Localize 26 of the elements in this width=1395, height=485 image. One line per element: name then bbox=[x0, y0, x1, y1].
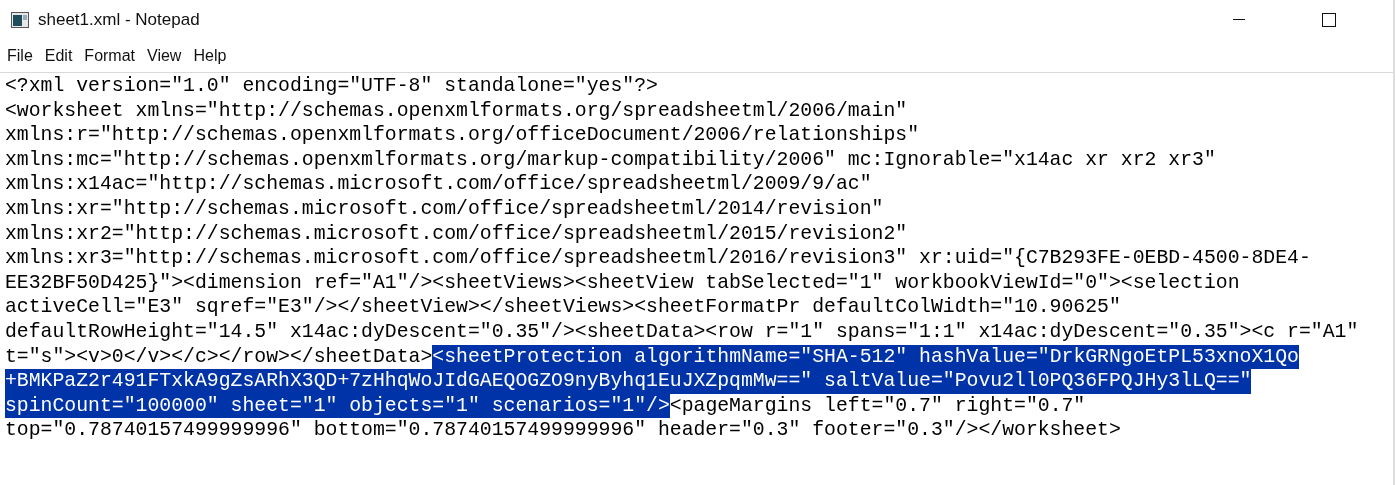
window-title: sheet1.xml - Notepad bbox=[38, 10, 200, 30]
menu-item[interactable]: Help bbox=[192, 47, 228, 65]
menu-item[interactable]: File bbox=[6, 47, 34, 65]
maximize-icon[interactable] bbox=[1322, 13, 1336, 27]
menu-item[interactable]: View bbox=[146, 47, 183, 65]
notepad-icon bbox=[11, 12, 29, 28]
code-text: t="s"><v>0</v></c></row></sheetData> bbox=[5, 344, 433, 370]
selected-text: <sheetProtection algorithmName="SHA-512" hashValue="DrkGRNgoEtPL53xnoX1Qo bbox=[432, 344, 1299, 370]
code-text: xmlns:mc="http://schemas.openxmlformats.org/markup-compatibility/2006" mc:Ignorable="x14ac xr xr2 xr3" bbox=[5, 147, 1216, 173]
code-text: EE32BF50D425}"><dimension ref="A1"/><sheetViews><sheetView tabSelected="1" workbookViewId="0"><selection bbox=[5, 270, 1240, 296]
code-text: <?xml version="1.0" encoding="UTF-8" standalone="yes"?> bbox=[5, 74, 658, 99]
selected-text: +BMKPaZ2r491FTxkA9gZsARhX3QD+7zHhqWoJIdGAEQOGZO9nyByhq1EuJXZpqmMw==" saltValue="Povu2ll0PQ36FPQJHy3lLQ==" bbox=[5, 369, 1252, 394]
selected-text: spinCount="100000" sheet="1" objects="1" scenarios="1"/> bbox=[5, 393, 670, 419]
code-text: defaultRowHeight="14.5" x14ac:dyDescent="0.35"/><sheetData><row r="1" spans="1:1" x14ac:dyDescent="0.35"><c r="A1" bbox=[5, 319, 1359, 345]
code-text: xmlns:r="http://schemas.openxmlformats.org/officeDocument/2006/relationships" bbox=[5, 123, 920, 148]
code-text: <pageMargins left="0.7" right="0.7" bbox=[669, 393, 1086, 419]
menu-item[interactable]: Edit bbox=[43, 47, 74, 65]
code-text: xmlns:x14ac="http://schemas.microsoft.com/office/spreadsheetml/2009/9/ac" bbox=[5, 172, 872, 197]
code-text: activeCell="E3" sqref="E3"/></sheetView></sheetViews><sheetFormatPr defaultColWidth="10.90625" bbox=[5, 295, 1121, 320]
menu-item[interactable]: Format bbox=[83, 47, 137, 65]
code-text: xmlns:xr2="http://schemas.microsoft.com/office/spreadsheetml/2015/revision2" bbox=[5, 221, 908, 247]
minimize-icon[interactable] bbox=[1233, 19, 1245, 21]
code-text: xmlns:xr="http://schemas.microsoft.com/office/spreadsheetml/2014/revision" bbox=[5, 196, 884, 222]
code-text: <worksheet xmlns="http://schemas.openxmlformats.org/spreadsheetml/2006/main" bbox=[5, 98, 908, 124]
code-text: xmlns:xr3="http://schemas.microsoft.com/office/spreadsheetml/2016/revision3" xr:uid="{C7B293FE-0EBD-4500-8DE4- bbox=[5, 246, 1311, 271]
code-text: top="0.78740157499999996" bottom="0.78740157499999996" header="0.3" footer="0.3"/></worksheet> bbox=[5, 418, 1121, 443]
